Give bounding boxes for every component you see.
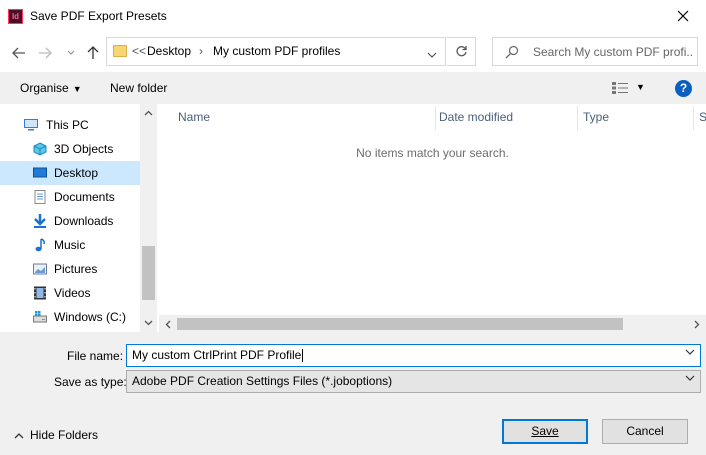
nav-label: Desktop: [54, 166, 99, 180]
nav-label: Pictures: [54, 262, 98, 276]
recent-locations-button[interactable]: [62, 44, 80, 62]
column-divider[interactable]: [693, 106, 694, 130]
nav-scroll-thumb[interactable]: [142, 246, 155, 300]
drive-icon: [33, 311, 47, 323]
nav-item-videos[interactable]: Videos: [0, 281, 140, 305]
file-list: ⌃ Name Date modified Type S No items mat…: [159, 104, 706, 332]
scroll-right-icon[interactable]: [694, 320, 700, 329]
column-header-type[interactable]: Type: [583, 110, 609, 124]
back-button[interactable]: [10, 44, 28, 62]
nav-item-documents[interactable]: Documents: [0, 185, 140, 209]
scroll-down-icon[interactable]: [144, 320, 153, 326]
new-folder-button[interactable]: New folder: [110, 81, 167, 95]
scroll-left-icon[interactable]: [165, 320, 171, 329]
nav-label: Music: [54, 238, 86, 252]
save-label: Save: [531, 424, 559, 438]
refresh-button[interactable]: [447, 37, 476, 66]
music-icon: [35, 238, 45, 252]
nav-label: 3D Objects: [54, 142, 114, 156]
help-icon[interactable]: ?: [675, 80, 692, 97]
view-caret-icon[interactable]: ▼: [636, 82, 645, 92]
save-form: File name: My custom CtrlPrint PDF Profi…: [0, 332, 706, 455]
column-divider[interactable]: [435, 106, 436, 130]
nav-label: Windows (C:): [54, 310, 127, 324]
command-toolbar: Organise ▼ New folder ▼ ?: [0, 72, 706, 104]
close-button[interactable]: [660, 0, 706, 32]
desktop-icon: [33, 167, 47, 178]
save-type-value: Adobe PDF Creation Settings Files (*.job…: [132, 374, 393, 388]
hide-folders-button[interactable]: Hide Folders: [14, 428, 98, 442]
address-bar[interactable]: << Desktop › My custom PDF profiles: [106, 37, 446, 66]
overflow-chevron[interactable]: <<: [132, 44, 146, 58]
nav-label: Downloads: [54, 214, 114, 228]
column-header-name[interactable]: Name: [178, 110, 210, 124]
refresh-icon: [455, 46, 467, 57]
breadcrumb-current-folder[interactable]: My custom PDF profiles: [213, 44, 340, 58]
navigation-pane: This PC 3D Objects Desktop Documents Dow…: [0, 104, 158, 332]
nav-label: Videos: [54, 286, 91, 300]
address-dropdown-button[interactable]: [427, 47, 437, 61]
3d-objects-icon: [33, 142, 47, 156]
videos-icon: [34, 286, 46, 300]
pictures-icon: [33, 263, 47, 275]
cancel-button[interactable]: Cancel: [602, 419, 688, 444]
nav-item-3d-objects[interactable]: 3D Objects: [0, 137, 140, 161]
address-row: << Desktop › My custom PDF profiles Sear…: [0, 32, 706, 72]
downloads-icon: [34, 214, 46, 228]
nav-scrollbar[interactable]: [140, 104, 157, 332]
breadcrumb-desktop[interactable]: Desktop: [147, 44, 191, 58]
arrow-left-icon: [12, 47, 25, 59]
chevron-down-icon: [67, 50, 75, 55]
nav-item-pictures[interactable]: Pictures: [0, 257, 140, 281]
save-button[interactable]: Save: [502, 419, 588, 444]
chevron-down-icon: [427, 52, 437, 58]
nav-label: This PC: [46, 118, 89, 132]
save-type-label: Save as type:: [54, 375, 127, 389]
chevron-down-icon[interactable]: [685, 349, 695, 355]
column-divider[interactable]: [577, 106, 578, 130]
nav-item-this-pc[interactable]: This PC: [0, 113, 140, 137]
chevron-up-icon: [14, 432, 24, 439]
sort-ascending-icon: ⌃: [298, 104, 307, 111]
file-name-field[interactable]: My custom CtrlPrint PDF Profile: [126, 344, 701, 367]
view-options-icon[interactable]: [612, 82, 628, 94]
text-cursor: [302, 349, 304, 363]
close-icon: [677, 10, 689, 22]
search-icon: [505, 45, 519, 59]
search-placeholder: Search My custom PDF profi...: [533, 45, 693, 59]
nav-item-desktop[interactable]: Desktop: [0, 161, 140, 185]
pc-icon: [24, 119, 38, 131]
nav-label: Documents: [54, 190, 115, 204]
nav-item-windows-c[interactable]: Windows (C:): [0, 305, 140, 329]
horizontal-scrollbar[interactable]: [159, 315, 706, 332]
column-header-date-modified[interactable]: Date modified: [439, 110, 513, 124]
title-bar: Id Save PDF Export Presets: [0, 0, 706, 32]
documents-icon: [34, 190, 46, 204]
column-header-size[interactable]: S: [699, 110, 706, 124]
nav-item-music[interactable]: Music: [0, 233, 140, 257]
arrow-right-icon: [39, 47, 52, 59]
file-name-value: My custom CtrlPrint PDF Profile: [132, 348, 302, 362]
breadcrumb-separator-icon: ›: [199, 44, 203, 58]
search-box[interactable]: Search My custom PDF profi...: [492, 37, 698, 66]
forward-button[interactable]: [36, 44, 54, 62]
up-button[interactable]: [84, 44, 102, 62]
file-name-label: File name:: [67, 349, 124, 363]
arrow-up-icon: [87, 46, 99, 59]
hide-folders-label: Hide Folders: [30, 428, 99, 442]
empty-message: No items match your search.: [356, 146, 509, 160]
organise-menu-button[interactable]: Organise ▼: [20, 81, 82, 95]
indesign-app-icon: Id: [8, 9, 23, 24]
organise-label: Organise: [20, 81, 69, 95]
save-type-select[interactable]: Adobe PDF Creation Settings Files (*.job…: [126, 370, 701, 393]
nav-item-downloads[interactable]: Downloads: [0, 209, 140, 233]
scroll-up-icon[interactable]: [144, 110, 153, 116]
window-title: Save PDF Export Presets: [30, 9, 167, 23]
horizontal-scroll-thumb[interactable]: [177, 318, 623, 330]
folder-icon: [113, 45, 127, 57]
caret-down-icon: ▼: [72, 84, 82, 94]
chevron-down-icon: [685, 375, 695, 381]
